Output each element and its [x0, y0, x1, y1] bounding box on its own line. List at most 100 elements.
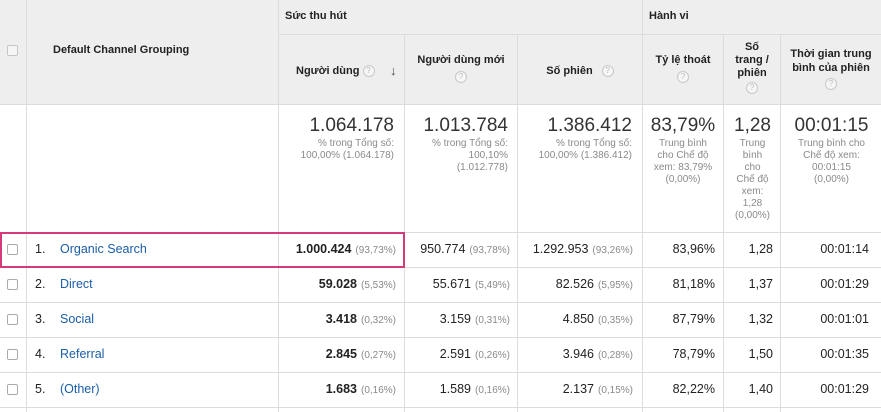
percent: (0,35%): [597, 315, 633, 326]
column-header-bounce-rate[interactable]: Tỷ lệ thoát ?: [643, 53, 723, 84]
percent: (93,78%): [469, 245, 510, 256]
highlight-box: [0, 232, 405, 268]
note-line: (0,00%): [734, 210, 770, 221]
total-pages-per-session-note: Trung bình cho Chế độ xem: 1,28 (0,00%): [725, 138, 780, 222]
row-number: 4.: [35, 347, 46, 361]
note-line: 100,10%: [468, 150, 508, 161]
help-icon[interactable]: ?: [601, 65, 614, 78]
sort-descending-icon[interactable]: ↓: [390, 63, 397, 78]
note-line: 100,00% (1.386.412): [538, 150, 632, 161]
channel-link[interactable]: Social: [60, 312, 94, 326]
value: 59.028: [318, 277, 357, 291]
column-label: phiên: [737, 67, 767, 79]
cell-sessions: 1.292.953 (93,26%): [519, 242, 633, 256]
total-sessions: 1.386.412: [547, 115, 632, 136]
cell-sessions: 82.526 (5,95%): [519, 277, 633, 291]
cell-bounce-rate: 78,79%: [672, 347, 715, 361]
cell-pages-per-session: 1,32: [748, 312, 773, 326]
note-line: % trong Tổng số:: [318, 138, 394, 149]
percent: (0,26%): [474, 350, 510, 361]
percent: (5,53%): [360, 280, 396, 291]
cell-avg-duration: 00:01:01: [820, 312, 869, 326]
cell-users: 59.028 (5,53%): [280, 277, 396, 291]
channel-link[interactable]: Referral: [60, 347, 104, 361]
value: 1.683: [325, 382, 357, 396]
value: 3.159: [439, 312, 471, 326]
note-line: bình: [742, 150, 763, 161]
note-line: xem: 83,79%: [653, 162, 713, 173]
cell-new-users: 3.159 (0,31%): [406, 312, 510, 326]
note-line: % trong Tổng số:: [556, 138, 632, 149]
column-header-pages-per-session[interactable]: Số trang / phiên ?: [724, 41, 780, 95]
column-label: Người dùng: [296, 65, 360, 77]
cell-users: 1.683 (0,16%): [280, 382, 396, 396]
note-line: Trung bình cho: [798, 138, 865, 149]
divider: [0, 302, 881, 303]
help-icon[interactable]: ?: [677, 71, 689, 84]
cell-pages-per-session: 1,37: [748, 277, 773, 291]
help-icon[interactable]: ?: [746, 82, 758, 95]
value: 1.589: [439, 382, 471, 396]
channel-link[interactable]: (Other): [60, 382, 100, 396]
column-label: Tỷ lệ thoát: [655, 54, 711, 66]
channel-link[interactable]: Direct: [60, 277, 93, 291]
column-header-sessions[interactable]: Số phiên ?: [518, 64, 642, 78]
total-new-users-note: % trong Tổng số: 100,10% (1.012.778): [406, 138, 508, 174]
percent: (0,32%): [360, 315, 396, 326]
row-checkbox[interactable]: [7, 349, 18, 360]
column-label: Số phiên: [546, 65, 593, 77]
note-line: Chế độ xem:: [803, 150, 860, 161]
cell-bounce-rate: 83,96%: [672, 242, 715, 256]
note-line: cho Chế độ: [657, 150, 709, 161]
dimension-header[interactable]: Default Channel Grouping: [53, 44, 189, 56]
note-line: Trung bình: [659, 138, 707, 149]
row-checkbox[interactable]: [7, 384, 18, 395]
help-icon[interactable]: ?: [362, 65, 375, 78]
note-line: xem:: [741, 186, 764, 197]
row-checkbox[interactable]: [7, 314, 18, 325]
cell-avg-duration: 00:01:14: [820, 242, 869, 256]
value: 2.137: [562, 382, 594, 396]
divider: [0, 407, 881, 408]
column-header-new-users[interactable]: Người dùng mới ?: [405, 53, 517, 84]
total-bounce-rate: 83,79%: [650, 115, 716, 136]
cell-new-users: 55.671 (5,49%): [406, 277, 510, 291]
percent: (0,16%): [474, 385, 510, 396]
row-checkbox[interactable]: [7, 279, 18, 290]
cell-users: 3.418 (0,32%): [280, 312, 396, 326]
percent: (0,15%): [597, 385, 633, 396]
value: 55.671: [432, 277, 471, 291]
column-label: trang /: [735, 54, 769, 66]
total-avg-duration: 00:01:15: [794, 115, 869, 136]
total-bounce-rate-note: Trung bình cho Chế độ xem: 83,79% (0,00%…: [644, 138, 722, 186]
percent: (5,49%): [474, 280, 510, 291]
divider: [0, 104, 881, 105]
cell-sessions: 2.137 (0,15%): [519, 382, 633, 396]
column-label: Thời gian trung: [790, 48, 872, 60]
row-number: 3.: [35, 312, 46, 326]
help-icon[interactable]: ?: [455, 71, 467, 84]
group-behavior: Hành vi: [649, 10, 689, 22]
value: 4.850: [562, 312, 594, 326]
group-acquisition: Sức thu hút: [285, 10, 347, 22]
divider: [517, 34, 518, 412]
value: 2.845: [325, 347, 357, 361]
divider: [0, 372, 881, 373]
value: 3.946: [562, 347, 594, 361]
divider: [404, 34, 405, 412]
note-line: (0,00%): [813, 174, 849, 185]
note-line: Trung: [739, 138, 766, 149]
column-header-users[interactable]: Người dùng ?: [284, 64, 400, 78]
percent: (0,16%): [360, 385, 396, 396]
total-new-users: 1.013.784: [423, 115, 508, 136]
help-icon[interactable]: ?: [825, 78, 837, 91]
cell-new-users: 950.774 (93,78%): [406, 242, 510, 256]
divider: [0, 337, 881, 338]
select-all-checkbox[interactable]: [7, 45, 18, 56]
percent: (0,27%): [360, 350, 396, 361]
column-header-avg-duration[interactable]: Thời gian trung bình của phiên ?: [781, 47, 881, 91]
value: 950.774: [420, 242, 466, 256]
percent: (0,28%): [597, 350, 633, 361]
note-line: (0,00%): [665, 174, 701, 185]
cell-avg-duration: 00:01:29: [820, 382, 869, 396]
